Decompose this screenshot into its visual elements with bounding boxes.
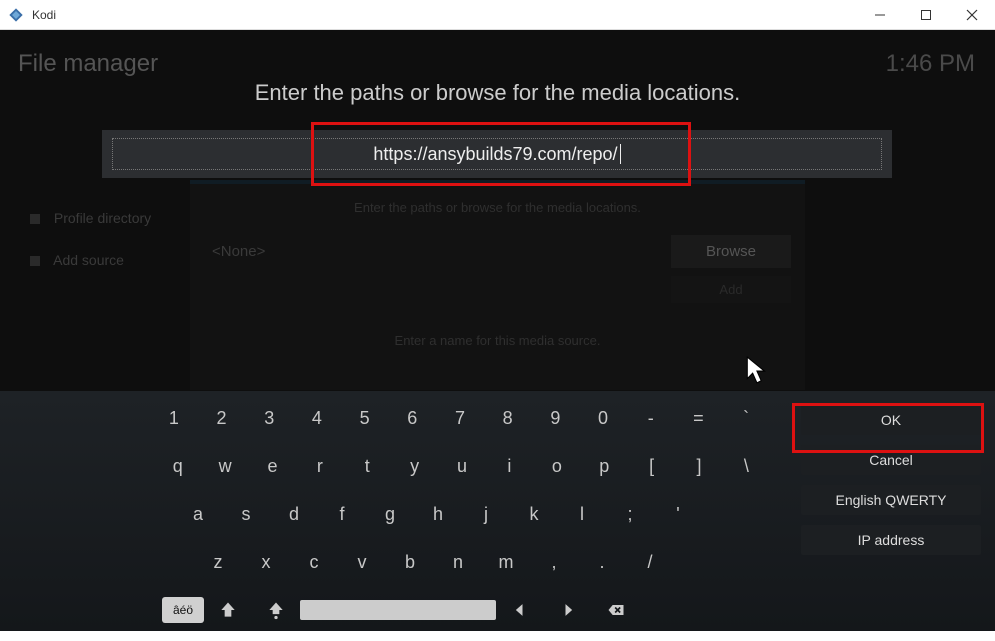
- key-u[interactable]: u: [438, 449, 485, 483]
- key-h[interactable]: h: [414, 497, 462, 531]
- key-=[interactable]: =: [675, 401, 723, 435]
- key-i[interactable]: i: [486, 449, 533, 483]
- layout-button[interactable]: English QWERTY: [801, 485, 981, 515]
- kb-row-3: asdfghjkl;': [174, 497, 770, 531]
- key-e[interactable]: e: [249, 449, 296, 483]
- bg-browse-button: Browse: [671, 235, 791, 268]
- sidebar-item-profile-directory[interactable]: Profile directory: [30, 210, 151, 226]
- sidebar-item-label: Profile directory: [54, 210, 151, 226]
- close-button[interactable]: [949, 0, 995, 30]
- sidebar-item-label: Add source: [53, 252, 124, 268]
- key-'[interactable]: ': [654, 497, 702, 531]
- kb-row-1: 1234567890-=`: [150, 401, 770, 435]
- key-4[interactable]: 4: [293, 401, 341, 435]
- kodi-icon: [8, 7, 24, 23]
- url-input-container: https://ansybuilds79.com/repo/: [102, 130, 892, 178]
- key-q[interactable]: q: [154, 449, 201, 483]
- key-y[interactable]: y: [391, 449, 438, 483]
- key-9[interactable]: 9: [532, 401, 580, 435]
- key-d[interactable]: d: [270, 497, 318, 531]
- key-g[interactable]: g: [366, 497, 414, 531]
- ip-address-button[interactable]: IP address: [801, 525, 981, 555]
- key-o[interactable]: o: [533, 449, 580, 483]
- key-backspace[interactable]: [592, 593, 640, 627]
- onscreen-keyboard: 1234567890-=` qwertyuiop[]\ asdfghjkl;' …: [0, 391, 995, 631]
- key-7[interactable]: 7: [436, 401, 484, 435]
- key-arrow-right[interactable]: [544, 593, 592, 627]
- bg-add-button: Add: [671, 276, 791, 303]
- key-6[interactable]: 6: [388, 401, 436, 435]
- key-space[interactable]: [300, 600, 496, 620]
- clock: 1:46 PM: [886, 50, 975, 78]
- key-s[interactable]: s: [222, 497, 270, 531]
- dialog-prompt: Enter the paths or browse for the media …: [0, 80, 995, 106]
- key--[interactable]: -: [627, 401, 675, 435]
- key-][interactable]: ]: [675, 449, 722, 483]
- key-z[interactable]: z: [194, 545, 242, 579]
- key-`[interactable]: `: [722, 401, 770, 435]
- url-input-value: https://ansybuilds79.com/repo/: [373, 144, 617, 165]
- key-k[interactable]: k: [510, 497, 558, 531]
- sidebar-item-add-source[interactable]: Add source: [30, 252, 124, 268]
- key-b[interactable]: b: [386, 545, 434, 579]
- key-caps[interactable]: [252, 593, 300, 627]
- maximize-button[interactable]: [903, 0, 949, 30]
- key-a[interactable]: a: [174, 497, 222, 531]
- key-arrow-left[interactable]: [496, 593, 544, 627]
- key-c[interactable]: c: [290, 545, 338, 579]
- plus-icon: [30, 256, 40, 266]
- window-titlebar: Kodi: [0, 0, 995, 30]
- app-area: File manager 1:46 PM Profile directory A…: [0, 30, 995, 631]
- key-2[interactable]: 2: [198, 401, 246, 435]
- key-1[interactable]: 1: [150, 401, 198, 435]
- kb-row-2: qwertyuiop[]\: [154, 449, 770, 483]
- key-shift[interactable]: [204, 593, 252, 627]
- key-w[interactable]: w: [201, 449, 248, 483]
- window-title: Kodi: [32, 8, 857, 22]
- key-;[interactable]: ;: [606, 497, 654, 531]
- bg-path-field: <None>: [204, 235, 671, 268]
- key-x[interactable]: x: [242, 545, 290, 579]
- key-[[interactable]: [: [628, 449, 675, 483]
- add-source-dialog-dimmed: Enter the paths or browse for the media …: [190, 180, 805, 390]
- key-p[interactable]: p: [581, 449, 628, 483]
- mouse-cursor-icon: [745, 355, 771, 390]
- key-/[interactable]: /: [626, 545, 674, 579]
- key-r[interactable]: r: [296, 449, 343, 483]
- key-3[interactable]: 3: [245, 401, 293, 435]
- key-j[interactable]: j: [462, 497, 510, 531]
- url-input[interactable]: https://ansybuilds79.com/repo/: [112, 138, 882, 170]
- kb-row-5: âéö: [162, 593, 770, 627]
- bg-prompt: Enter the paths or browse for the media …: [190, 200, 805, 215]
- key-,[interactable]: ,: [530, 545, 578, 579]
- bg-name-prompt: Enter a name for this media source.: [190, 333, 805, 348]
- key-5[interactable]: 5: [341, 401, 389, 435]
- minimize-button[interactable]: [857, 0, 903, 30]
- key-8[interactable]: 8: [484, 401, 532, 435]
- key-f[interactable]: f: [318, 497, 366, 531]
- key-\[interactable]: \: [723, 449, 770, 483]
- key-m[interactable]: m: [482, 545, 530, 579]
- page-title: File manager: [18, 50, 158, 78]
- key-symbols[interactable]: âéö: [162, 597, 204, 623]
- key-n[interactable]: n: [434, 545, 482, 579]
- key-t[interactable]: t: [344, 449, 391, 483]
- folder-icon: [30, 214, 40, 224]
- key-.[interactable]: .: [578, 545, 626, 579]
- cancel-button[interactable]: Cancel: [801, 445, 981, 475]
- kb-row-4: zxcvbnm,./: [194, 545, 770, 579]
- key-0[interactable]: 0: [579, 401, 627, 435]
- ok-button[interactable]: OK: [801, 405, 981, 435]
- key-l[interactable]: l: [558, 497, 606, 531]
- key-v[interactable]: v: [338, 545, 386, 579]
